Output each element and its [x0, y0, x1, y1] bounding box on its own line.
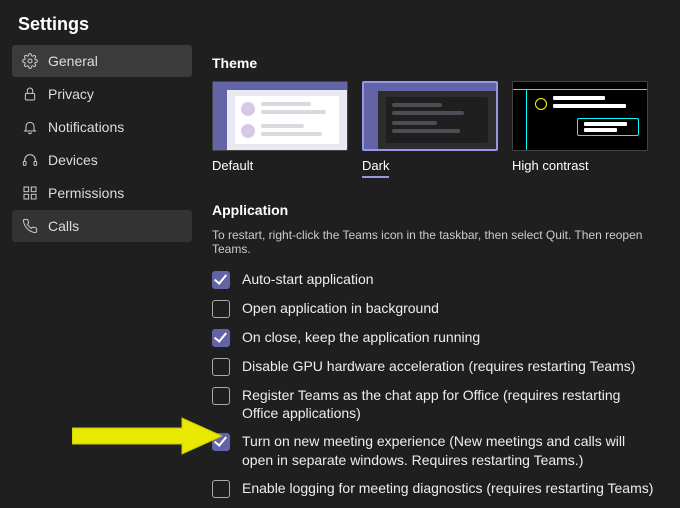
theme-preview-high-contrast	[512, 81, 648, 151]
theme-label: High contrast	[512, 158, 589, 173]
lock-icon	[22, 86, 38, 102]
theme-option-high-contrast[interactable]: High contrast	[512, 81, 648, 178]
page-title: Settings	[18, 14, 662, 35]
option-label: Open application in background	[242, 299, 443, 317]
option-auto-start: Auto-start application	[212, 270, 662, 289]
apps-icon	[22, 185, 38, 201]
theme-options: Default Dark	[212, 81, 662, 178]
sidebar-item-calls[interactable]: Calls	[12, 210, 192, 242]
sidebar-item-notifications[interactable]: Notifications	[12, 111, 192, 143]
gear-icon	[22, 53, 38, 69]
checkbox-auto-start[interactable]	[212, 271, 230, 289]
sidebar-item-label: Notifications	[48, 119, 124, 135]
option-label: Turn on new meeting experience (New meet…	[242, 432, 662, 468]
bell-icon	[22, 119, 38, 135]
option-enable-logging: Enable logging for meeting diagnostics (…	[212, 479, 662, 498]
settings-main: Theme Default	[192, 45, 668, 508]
theme-label: Dark	[362, 158, 389, 178]
theme-option-dark[interactable]: Dark	[362, 81, 498, 178]
sidebar-item-label: Privacy	[48, 86, 94, 102]
theme-preview-default	[212, 81, 348, 151]
checkbox-open-background[interactable]	[212, 300, 230, 318]
application-section-title: Application	[212, 202, 662, 218]
sidebar-item-privacy[interactable]: Privacy	[12, 78, 192, 110]
theme-label: Default	[212, 158, 253, 173]
checkbox-disable-gpu[interactable]	[212, 358, 230, 376]
sidebar-item-label: Calls	[48, 218, 79, 234]
option-label: Enable logging for meeting diagnostics (…	[242, 479, 657, 497]
option-new-meeting-experience: Turn on new meeting experience (New meet…	[212, 432, 662, 468]
sidebar-item-label: Devices	[48, 152, 98, 168]
option-disable-gpu: Disable GPU hardware acceleration (requi…	[212, 357, 662, 376]
headset-icon	[22, 152, 38, 168]
sidebar-item-devices[interactable]: Devices	[12, 144, 192, 176]
checkbox-enable-logging[interactable]	[212, 480, 230, 498]
option-label: Register Teams as the chat app for Offic…	[242, 386, 662, 422]
application-description: To restart, right-click the Teams icon i…	[212, 228, 662, 256]
option-register-chat-app: Register Teams as the chat app for Offic…	[212, 386, 662, 422]
sidebar-item-label: General	[48, 53, 98, 69]
theme-preview-dark	[362, 81, 498, 151]
option-on-close-keep-running: On close, keep the application running	[212, 328, 662, 347]
sidebar-item-general[interactable]: General	[12, 45, 192, 77]
phone-icon	[22, 218, 38, 234]
checkbox-new-meeting[interactable]	[212, 433, 230, 451]
checkbox-on-close[interactable]	[212, 329, 230, 347]
option-label: Disable GPU hardware acceleration (requi…	[242, 357, 639, 375]
option-open-background: Open application in background	[212, 299, 662, 318]
theme-section-title: Theme	[212, 55, 662, 71]
settings-sidebar: General Privacy Notifications Devices Pe	[12, 45, 192, 508]
theme-option-default[interactable]: Default	[212, 81, 348, 178]
option-label: On close, keep the application running	[242, 328, 484, 346]
settings-header: Settings	[0, 0, 680, 45]
sidebar-item-label: Permissions	[48, 185, 124, 201]
checkbox-register-chat[interactable]	[212, 387, 230, 405]
sidebar-item-permissions[interactable]: Permissions	[12, 177, 192, 209]
option-label: Auto-start application	[242, 270, 378, 288]
